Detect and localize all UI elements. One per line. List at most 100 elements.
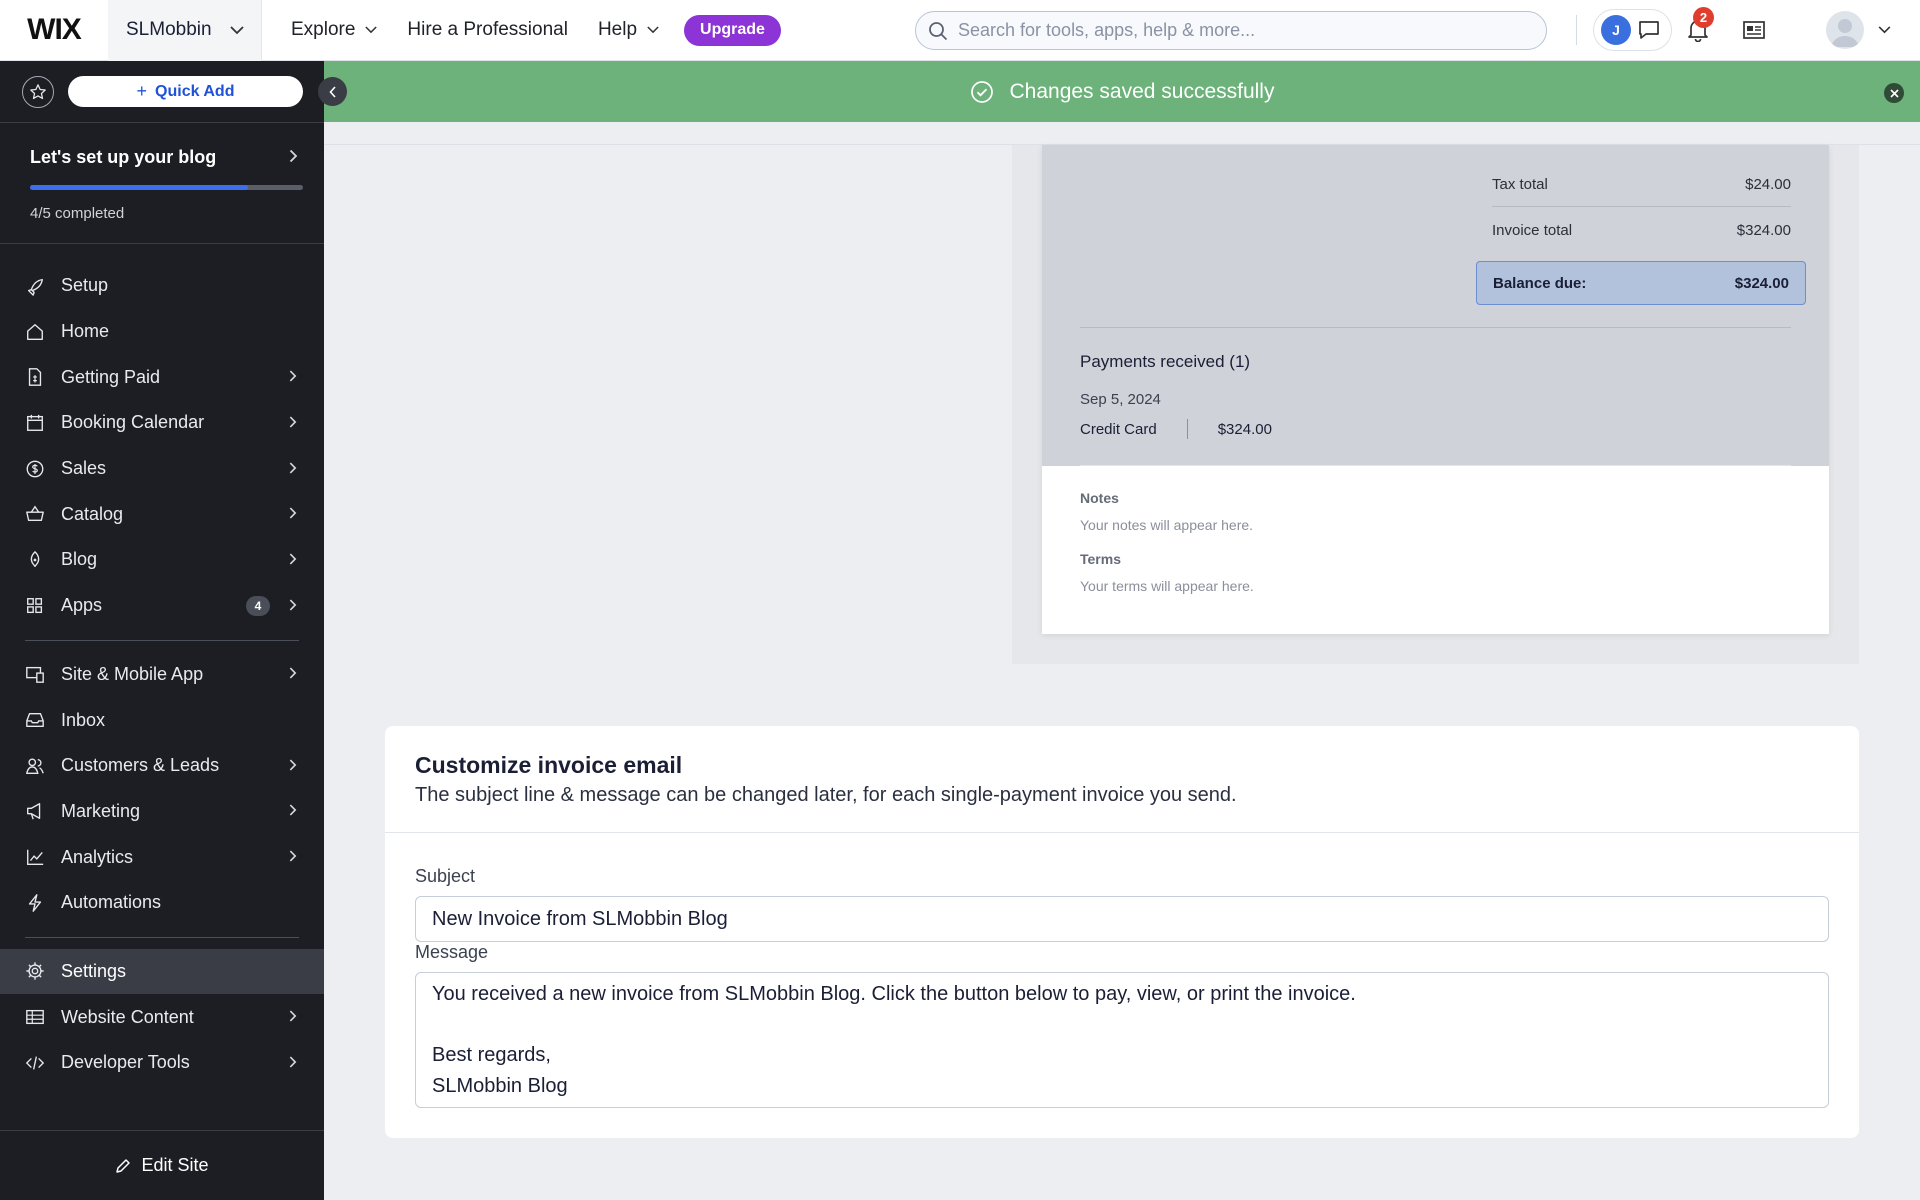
payments-received-title: Payments received (1) [1080, 352, 1251, 371]
chevron-right-icon [289, 1007, 297, 1028]
gear-icon [25, 961, 45, 981]
sidebar-item-label: Apps [61, 595, 103, 616]
count-badge: 4 [246, 595, 270, 616]
customize-email-card: Customize invoice email The subject line… [385, 726, 1859, 1138]
card-title: Customize invoice email [415, 752, 683, 778]
wix-logo[interactable]: WIX [0, 0, 108, 60]
collapse-sidebar-button[interactable] [318, 77, 347, 106]
sidebar-item-sales[interactable]: Sales [0, 446, 324, 492]
hire-professional-link[interactable]: Hire a Professional [392, 19, 583, 41]
apps-grid-icon [25, 596, 45, 616]
tax-total-value: $24.00 [1745, 175, 1791, 193]
sidebar-item-getting-paid[interactable]: Getting Paid [0, 354, 324, 400]
account-menu[interactable] [1826, 11, 1891, 49]
setup-checklist[interactable]: Let's set up your blog 4/5 completed [0, 123, 324, 244]
chat-button[interactable]: J [1593, 9, 1672, 51]
newspaper-icon [1743, 21, 1765, 39]
invoice-total-row: Invoice total $324.00 [1492, 215, 1791, 245]
chevron-right-icon [289, 549, 297, 570]
pen-nib-icon [25, 550, 45, 570]
notification-badge: 2 [1693, 7, 1714, 28]
sidebar-item-blog[interactable]: Blog [0, 537, 324, 583]
chevron-right-icon [289, 847, 297, 868]
edit-site-label: Edit Site [141, 1155, 209, 1175]
setup-progress-bar [30, 185, 303, 190]
setup-progress-text: 4/5 completed [30, 205, 125, 222]
sidebar-item-marketing[interactable]: Marketing [0, 789, 324, 835]
megaphone-icon [25, 801, 45, 821]
divider [25, 639, 299, 641]
sidebar-item-booking-calendar[interactable]: Booking Calendar [0, 400, 324, 446]
sidebar-item-setup[interactable]: Setup [0, 263, 324, 309]
calendar-icon [25, 413, 45, 433]
sidebar-item-label: Analytics [61, 846, 134, 867]
payment-amount: $324.00 [1217, 420, 1272, 438]
top-bar: WIX SLMobbin Explore Hire a Professional… [0, 0, 1920, 61]
balance-due-label: Balance due: [1493, 274, 1587, 292]
sidebar-item-automations[interactable]: Automations [0, 880, 324, 926]
chevron-right-icon [289, 458, 297, 479]
favorites-button[interactable] [22, 75, 54, 108]
message-label: Message [415, 942, 489, 962]
top-nav: Explore Hire a Professional Help Upgrade [276, 0, 781, 61]
sidebar-item-home[interactable]: Home [0, 309, 324, 355]
search-bar[interactable] [915, 11, 1547, 50]
code-icon [25, 1053, 45, 1073]
payment-method: Credit Card [1080, 420, 1157, 438]
tax-total-label: Tax total [1492, 175, 1548, 193]
sidebar-item-site-mobile-app[interactable]: Site & Mobile App [0, 652, 324, 698]
invoice-total-value: $324.00 [1736, 221, 1791, 239]
chat-bubble-icon [1639, 21, 1659, 39]
edit-site-button[interactable]: Edit Site [0, 1130, 324, 1200]
subject-input[interactable] [415, 896, 1829, 942]
terms-label: Terms [1080, 551, 1121, 567]
chevron-right-icon [289, 504, 297, 525]
sidebar-item-website-content[interactable]: Website Content [0, 994, 324, 1040]
success-toast: Changes saved successfully [324, 61, 1920, 122]
chevron-right-icon [289, 412, 297, 433]
message-textarea[interactable]: You received a new invoice from SLMobbin… [415, 972, 1829, 1108]
explore-menu[interactable]: Explore [276, 19, 392, 41]
site-switcher[interactable]: SLMobbin [108, 0, 262, 61]
sidebar-item-label: Developer Tools [61, 1052, 190, 1073]
sidebar-item-settings[interactable]: Settings [0, 948, 324, 995]
search-input[interactable] [958, 20, 1518, 41]
sidebar-item-analytics[interactable]: Analytics [0, 834, 324, 880]
lightning-icon [25, 893, 45, 913]
sidebar-item-inbox[interactable]: Inbox [0, 697, 324, 743]
close-icon [1889, 88, 1899, 98]
sidebar-item-customers-leads[interactable]: Customers & Leads [0, 743, 324, 789]
search-icon [929, 21, 948, 40]
sidebar-item-catalog[interactable]: Catalog [0, 491, 324, 537]
sidebar-item-label: Automations [61, 892, 162, 913]
home-icon [25, 322, 45, 342]
sidebar-item-label: Sales [61, 458, 107, 479]
balance-due-value: $324.00 [1734, 274, 1789, 292]
chevron-left-icon [328, 85, 336, 98]
dollar-circle-icon [25, 459, 45, 479]
user-avatar [1826, 11, 1864, 49]
people-icon [25, 756, 45, 776]
help-label: Help [597, 19, 638, 40]
quick-add-button[interactable]: + Quick Add [68, 76, 303, 107]
chevron-right-icon [289, 1052, 297, 1073]
close-toast-button[interactable] [1884, 83, 1904, 103]
help-menu[interactable]: Help [583, 19, 674, 41]
divider [1080, 327, 1791, 328]
sidebar-item-label: Site & Mobile App [61, 663, 204, 684]
sidebar-item-developer-tools[interactable]: Developer Tools [0, 1040, 324, 1086]
chevron-down-icon [365, 26, 378, 34]
basket-icon [25, 504, 45, 524]
sidebar-item-label: Booking Calendar [61, 412, 205, 433]
chevron-down-icon [647, 26, 659, 34]
chevron-down-icon [229, 25, 244, 34]
upgrade-button[interactable]: Upgrade [684, 14, 781, 46]
sidebar-item-label: Marketing [61, 800, 141, 821]
sidebar-item-apps[interactable]: Apps 4 [0, 583, 324, 629]
whats-new-button[interactable] [1739, 15, 1769, 45]
setup-title: Let's set up your blog [30, 147, 217, 167]
divider [1080, 465, 1791, 466]
toast-message: Changes saved successfully [1009, 79, 1275, 103]
sidebar: + Quick Add Let's set up your blog 4/5 c… [0, 61, 324, 1200]
invoice-totals-section: Tax total $24.00 Invoice total $324.00 B… [1042, 145, 1829, 466]
